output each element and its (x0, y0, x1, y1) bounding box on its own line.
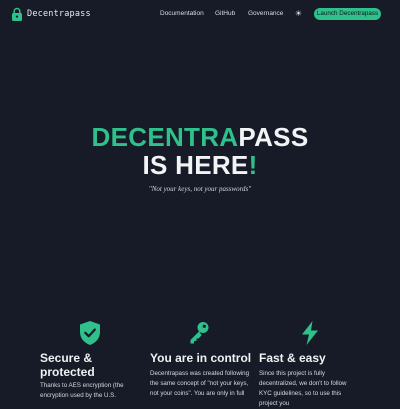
feature-title-fast: Fast & easy (259, 351, 326, 365)
nav-link-governance[interactable]: Governance (248, 10, 283, 17)
brand-logo[interactable]: Decentrapass (11, 7, 91, 21)
feature-title-control: You are in control (150, 351, 252, 365)
hero-title-accent: DECENTRA (91, 122, 239, 152)
launch-app-button[interactable]: Launch Decentrapass (314, 8, 381, 20)
hero-exclamation: ! (248, 150, 258, 180)
feature-text-fast: Since this project is fully decentralize… (259, 370, 347, 407)
hero-title-line2: IS HERE! (0, 150, 400, 180)
key-icon (190, 322, 209, 344)
shield-check-icon (80, 321, 100, 345)
top-navbar: Decentrapass Documentation GitHub Govern… (0, 0, 400, 28)
feature-text-control: Decentrapass was created following the s… (150, 370, 250, 397)
hero-title-rest: PASS (238, 122, 309, 152)
feature-title-secure: Secure & protected (40, 351, 95, 379)
nav-link-documentation[interactable]: Documentation (160, 10, 204, 17)
hero-subtitle-text: IS HERE (142, 150, 249, 180)
hero-tagline: "Not your keys, not your passwords" (148, 185, 252, 193)
lock-icon (12, 7, 22, 21)
bolt-icon (302, 321, 318, 345)
sun-icon[interactable]: ☀ (294, 9, 303, 18)
feature-text-secure: Thanks to AES encryption (the encryption… (40, 382, 124, 399)
nav-link-github[interactable]: GitHub (215, 10, 235, 17)
brand-name: Decentrapass (27, 9, 91, 19)
hero-title-line1: DECENTRAPASS (0, 122, 400, 152)
